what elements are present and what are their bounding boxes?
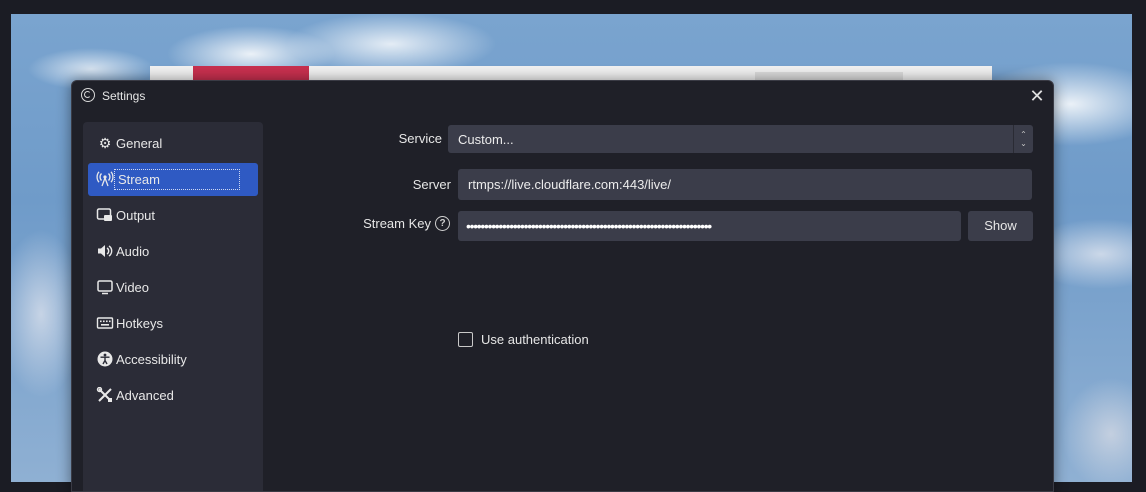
use-authentication-label[interactable]: Use authentication	[481, 332, 589, 347]
service-select[interactable]: Custom... ⌃ ⌄	[448, 125, 1033, 153]
sidebar-item-label: Audio	[116, 244, 150, 259]
tools-icon	[96, 386, 114, 404]
close-button[interactable]: ✕	[1026, 86, 1048, 106]
output-icon	[96, 207, 114, 224]
settings-sidebar: ⚙ General Stream Output Audio Video Hotk…	[83, 122, 263, 491]
updown-arrows-icon: ⌃ ⌄	[1013, 125, 1033, 153]
sidebar-item-label: Video	[116, 280, 150, 295]
sidebar-item-accessibility[interactable]: Accessibility	[88, 343, 258, 376]
antenna-icon	[96, 171, 114, 188]
use-authentication-checkbox[interactable]	[458, 332, 473, 347]
sidebar-item-stream[interactable]: Stream	[88, 163, 258, 196]
server-value: rtmps://live.cloudflare.com:443/live/	[468, 177, 672, 192]
service-selected-value: Custom...	[458, 132, 514, 147]
speaker-icon	[96, 243, 114, 260]
monitor-icon	[96, 279, 114, 296]
server-label: Server	[412, 177, 451, 192]
sidebar-item-video[interactable]: Video	[88, 271, 258, 304]
sidebar-item-label: Output	[116, 208, 156, 223]
show-key-button[interactable]: Show	[968, 211, 1033, 241]
sidebar-item-advanced[interactable]: Advanced	[88, 379, 258, 412]
stream-key-input[interactable]: ••••••••••••••••••••••••••••••••••••••••…	[458, 211, 961, 241]
title-bar: Settings ✕	[72, 81, 1053, 111]
sidebar-item-label: General	[116, 136, 163, 151]
keyboard-icon	[96, 315, 114, 332]
service-label: Service	[398, 131, 442, 146]
stream-key-masked-value: ••••••••••••••••••••••••••••••••••••••••…	[466, 218, 712, 234]
obs-logo-icon	[81, 88, 95, 102]
help-icon[interactable]: ?	[435, 216, 450, 231]
accessibility-icon	[96, 351, 114, 368]
sidebar-item-output[interactable]: Output	[88, 199, 258, 232]
sidebar-item-label: Stream	[114, 169, 240, 190]
window-title: Settings	[102, 89, 146, 103]
sidebar-item-hotkeys[interactable]: Hotkeys	[88, 307, 258, 340]
sidebar-item-audio[interactable]: Audio	[88, 235, 258, 268]
gear-icon: ⚙	[98, 135, 112, 151]
sidebar-item-label: Hotkeys	[116, 316, 163, 331]
server-input[interactable]: rtmps://live.cloudflare.com:443/live/	[458, 169, 1032, 200]
sidebar-item-general[interactable]: ⚙ General	[88, 127, 258, 160]
settings-dialog: Settings ✕ ⚙ General Stream Output Audio…	[71, 80, 1054, 492]
sidebar-item-label: Accessibility	[116, 352, 187, 367]
stream-key-label: Stream Key	[363, 216, 431, 231]
sidebar-item-label: Advanced	[116, 388, 174, 403]
